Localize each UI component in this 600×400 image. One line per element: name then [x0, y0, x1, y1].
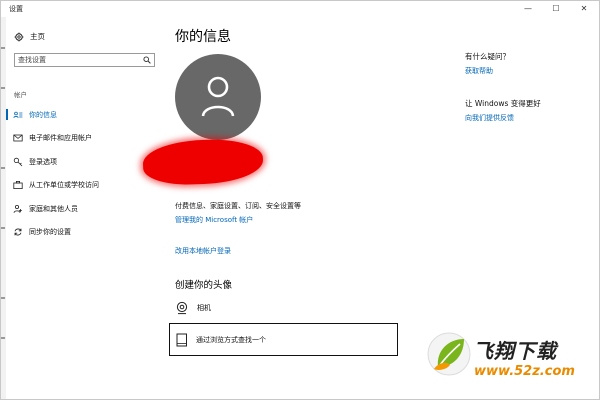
- question-heading: 有什么疑问？: [465, 52, 510, 61]
- redaction-scribble: [142, 137, 264, 187]
- sidebar-item-label: 家庭和其他人员: [29, 204, 78, 213]
- people-icon: [13, 204, 22, 213]
- edge-mark: [1, 167, 5, 169]
- avatar: [175, 54, 261, 140]
- sidebar-item-label: 电子邮件和应用帐户: [29, 134, 92, 143]
- create-avatar-heading: 创建你的头像: [175, 280, 233, 291]
- mail-icon: [13, 134, 23, 142]
- get-help-link[interactable]: 获取帮助: [465, 66, 493, 76]
- watermark: 飞翔下载 www.52z.com: [426, 325, 598, 397]
- watermark-brand: 飞翔下载: [473, 339, 557, 363]
- sidebar-item-your-info[interactable]: 你的信息: [6, 103, 161, 127]
- nav-home[interactable]: 主页: [14, 31, 45, 42]
- person-card-icon: [13, 111, 23, 118]
- sidebar-item-work-school[interactable]: 从工作单位或学校访问: [6, 174, 161, 198]
- section-label-accounts: 帐户: [14, 91, 27, 99]
- browse-option-label: 通过浏览方式查找一个: [196, 335, 266, 344]
- document-icon: [176, 333, 187, 346]
- search-box[interactable]: [14, 53, 155, 67]
- minimize-button[interactable]: —: [514, 1, 542, 17]
- sidebar-item-label: 你的信息: [29, 110, 57, 119]
- edge-mark: [1, 227, 5, 229]
- sidebar-item-sync[interactable]: 同步你的设置: [6, 221, 161, 245]
- sidebar-item-label: 从工作单位或学校访问: [29, 181, 99, 190]
- improve-windows-heading: 让 Windows 变得更好: [465, 99, 541, 108]
- sidebar: 主页 帐户 你的信息: [6, 17, 161, 399]
- account-info-text: 付费信息、家庭设置、订阅、安全设置等: [175, 202, 301, 210]
- edge-mark: [1, 337, 5, 339]
- watermark-url: www.52z.com: [474, 364, 575, 379]
- camera-option-label: 相机: [197, 304, 211, 312]
- sidebar-item-label: 登录选项: [29, 157, 57, 166]
- camera-icon: [176, 301, 188, 315]
- edge-mark: [1, 47, 5, 49]
- maximize-button[interactable]: ☐: [542, 1, 570, 17]
- camera-option[interactable]: 相机: [175, 301, 211, 315]
- sidebar-nav: 你的信息 电子邮件和应用帐户 登录选项 从工作单位或学校访问 家庭和其他人员 同…: [6, 103, 161, 244]
- user-icon: [201, 76, 235, 117]
- title-bar: 设置 — ☐ ✕: [1, 1, 599, 17]
- local-account-signin-link[interactable]: 改用本地帐户登录: [175, 246, 231, 256]
- sidebar-item-email-accounts[interactable]: 电子邮件和应用帐户: [6, 127, 161, 151]
- sidebar-item-sign-in-options[interactable]: 登录选项: [6, 150, 161, 174]
- sidebar-item-label: 同步你的设置: [29, 228, 71, 237]
- window-title: 设置: [9, 5, 23, 13]
- nav-home-label: 主页: [30, 32, 45, 41]
- briefcase-icon: [13, 181, 23, 190]
- browse-option[interactable]: 通过浏览方式查找一个: [169, 323, 398, 356]
- leaf-logo-icon: [427, 332, 471, 376]
- edge-mark: [1, 297, 5, 299]
- sidebar-item-family[interactable]: 家庭和其他人员: [6, 197, 161, 221]
- settings-window: 设置 — ☐ ✕ 主页 帐户: [0, 0, 600, 400]
- sync-icon: [14, 228, 22, 236]
- give-feedback-link[interactable]: 向我们提供反馈: [465, 113, 514, 123]
- key-icon: [13, 157, 23, 167]
- gear-icon: [14, 32, 24, 41]
- edge-mark: [1, 87, 5, 89]
- page-title: 你的信息: [175, 29, 231, 45]
- main-content: 你的信息 付费信息、家庭设置、订阅、安全设置等 管理我的 Microsoft 帐…: [142, 17, 461, 399]
- manage-microsoft-account-link[interactable]: 管理我的 Microsoft 帐户: [175, 215, 253, 225]
- close-button[interactable]: ✕: [570, 1, 598, 17]
- search-input[interactable]: [18, 55, 136, 65]
- search-icon[interactable]: [143, 56, 151, 64]
